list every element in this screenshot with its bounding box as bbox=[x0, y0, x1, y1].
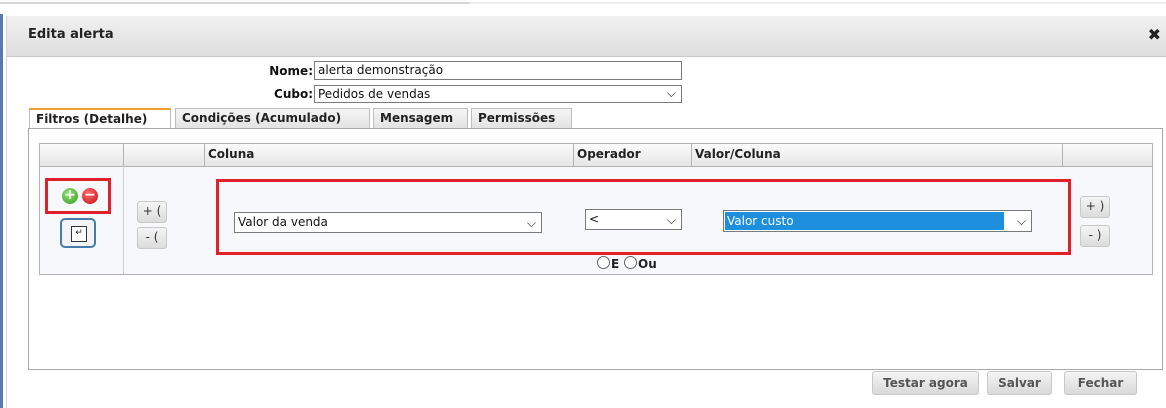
header-separator bbox=[573, 144, 574, 166]
tab-filtros-detalhe[interactable]: Filtros (Detalhe) bbox=[29, 108, 171, 129]
cubo-select[interactable]: Pedidos de vendas ⌵ bbox=[314, 85, 682, 103]
cubo-select-value: Pedidos de vendas bbox=[318, 87, 431, 101]
operador-select-value: < bbox=[589, 212, 600, 226]
remove-open-paren-button[interactable]: - ( bbox=[137, 227, 167, 249]
dialog-title: Edita alerta bbox=[28, 27, 114, 42]
add-close-paren-button[interactable]: + ) bbox=[1080, 196, 1110, 218]
tab-permissoes[interactable]: Permissões bbox=[471, 108, 572, 128]
chevron-down-icon: ⌵ bbox=[526, 216, 536, 230]
header-separator bbox=[691, 144, 692, 166]
add-remove-highlight bbox=[45, 178, 111, 214]
chevron-down-icon: ⌵ bbox=[1016, 214, 1026, 228]
background-window-edge bbox=[0, 14, 3, 408]
strip-divider bbox=[0, 2, 470, 4]
nome-input[interactable]: alerta demonstração bbox=[314, 61, 682, 80]
filter-grid: Coluna Operador Valor/Coluna + − ↵ + ( -… bbox=[39, 143, 1153, 275]
add-filter-icon[interactable]: + bbox=[62, 188, 78, 204]
filters-panel: Coluna Operador Valor/Coluna + − ↵ + ( -… bbox=[28, 128, 1163, 370]
or-label: Ou bbox=[638, 257, 657, 271]
coluna-select[interactable]: Valor da venda ⌵ bbox=[234, 212, 542, 233]
or-radio[interactable] bbox=[624, 256, 637, 269]
expression-button[interactable]: ↵ bbox=[60, 218, 96, 248]
header-separator bbox=[204, 144, 205, 166]
strip-divider-right bbox=[470, 2, 1166, 4]
header-coluna: Coluna bbox=[208, 147, 255, 161]
header-separator bbox=[123, 144, 124, 166]
test-now-button[interactable]: Testar agora bbox=[872, 371, 979, 395]
edit-alert-dialog: Edita alerta ✖ Nome: alerta demonstração… bbox=[6, 16, 1166, 408]
and-label: E bbox=[611, 257, 620, 271]
nome-label: Nome: bbox=[269, 64, 313, 78]
close-button[interactable]: Fechar bbox=[1064, 371, 1137, 395]
header-operador: Operador bbox=[577, 147, 641, 161]
valor-select[interactable]: Valor custo ⌵ bbox=[723, 210, 1032, 232]
and-radio[interactable] bbox=[597, 256, 610, 269]
grid-header: Coluna Operador Valor/Coluna bbox=[40, 144, 1152, 167]
close-icon[interactable]: ✖ bbox=[1148, 25, 1161, 44]
header-separator bbox=[1062, 144, 1063, 166]
calculator-icon: ↵ bbox=[71, 226, 87, 242]
row-separator bbox=[123, 166, 124, 274]
header-valor-coluna: Valor/Coluna bbox=[695, 147, 781, 161]
remove-close-paren-button[interactable]: - ) bbox=[1080, 225, 1110, 247]
tab-condicoes-acumulado[interactable]: Condições (Acumulado) bbox=[175, 108, 370, 128]
coluna-select-value: Valor da venda bbox=[238, 215, 328, 229]
operador-select[interactable]: < ⌵ bbox=[585, 209, 682, 230]
chevron-down-icon: ⌵ bbox=[666, 86, 676, 100]
remove-filter-icon[interactable]: − bbox=[82, 188, 98, 204]
save-button[interactable]: Salvar bbox=[987, 371, 1052, 395]
dialog-titlebar[interactable]: Edita alerta ✖ bbox=[7, 16, 1166, 57]
valor-select-value: Valor custo bbox=[725, 212, 1004, 230]
tab-mensagem[interactable]: Mensagem bbox=[373, 108, 468, 128]
add-open-paren-button[interactable]: + ( bbox=[137, 201, 167, 223]
cubo-label: Cubo: bbox=[274, 87, 313, 101]
background-window-strip bbox=[0, 0, 1166, 14]
chevron-down-icon: ⌵ bbox=[666, 213, 676, 227]
